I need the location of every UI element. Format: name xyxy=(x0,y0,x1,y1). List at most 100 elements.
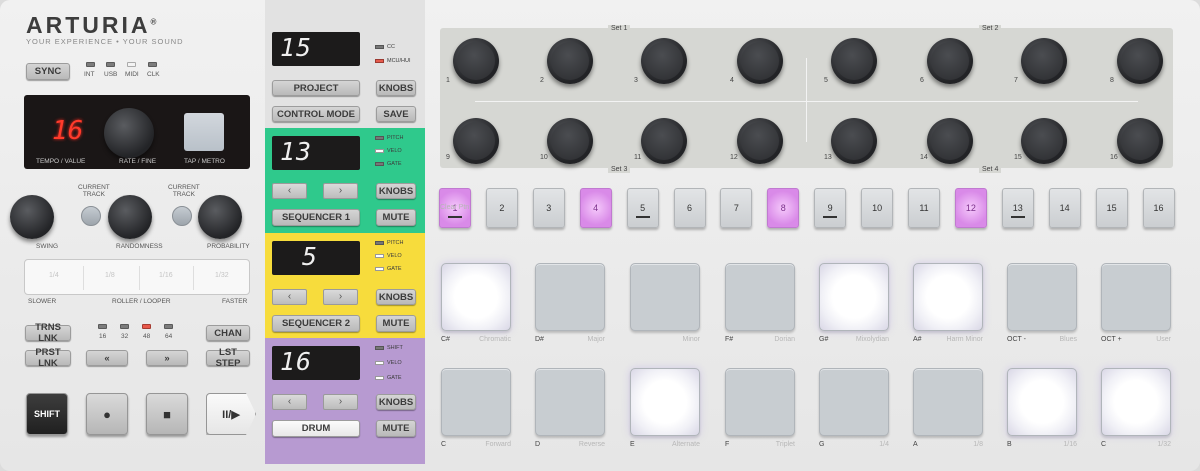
drum-pad[interactable] xyxy=(1101,263,1171,331)
encoder-knob-8[interactable] xyxy=(1117,38,1163,84)
drum-prev-button[interactable]: ‹ xyxy=(272,394,307,410)
prst-lnk-button[interactable]: PRST LNK xyxy=(25,347,71,369)
drum-pad[interactable] xyxy=(1007,263,1077,331)
pad-note-label: C xyxy=(1101,441,1107,448)
encoder-knob-5[interactable] xyxy=(831,38,877,84)
encoder-knob-11[interactable] xyxy=(641,118,687,164)
step-button-16[interactable]: 16 xyxy=(1142,188,1175,228)
pad-function-label: Mixolydian xyxy=(855,336,889,343)
step-button-4[interactable]: 4 xyxy=(579,188,612,228)
drum-pad[interactable] xyxy=(913,263,983,331)
step-button-2[interactable]: 2 xyxy=(485,188,518,228)
step-button-10[interactable]: 10 xyxy=(861,188,894,228)
project-button[interactable]: PROJECT xyxy=(272,80,360,96)
encoder-knob-16[interactable] xyxy=(1117,118,1163,164)
rate-fine-knob[interactable] xyxy=(104,108,154,158)
sync-button[interactable]: SYNC xyxy=(26,63,70,80)
step-button-7[interactable]: 7 xyxy=(720,188,753,228)
trns-lnk-button[interactable]: TRNS LNK xyxy=(25,322,71,344)
seq2-knobs-button[interactable]: KNOBS xyxy=(376,289,416,305)
randomness-knob[interactable] xyxy=(108,195,152,239)
control-mode-button[interactable]: CONTROL MODE xyxy=(272,106,360,122)
drum-pad[interactable] xyxy=(441,368,511,436)
encoder-number: 10 xyxy=(540,154,548,161)
drum-next-button[interactable]: › xyxy=(323,394,358,410)
step-button-6[interactable]: 6 xyxy=(673,188,706,228)
encoder-knob-14[interactable] xyxy=(927,118,973,164)
chan-button[interactable]: CHAN xyxy=(206,325,250,341)
encoder-knob-9[interactable] xyxy=(453,118,499,164)
prev-button[interactable]: « xyxy=(86,350,128,366)
encoder-knob-7[interactable] xyxy=(1021,38,1067,84)
drum-pad[interactable] xyxy=(441,263,511,331)
tempo-label: TEMPO / VALUE xyxy=(36,158,86,165)
set-3-label: Set 3 xyxy=(608,166,631,173)
seq2-gate-led: GATE xyxy=(375,266,402,272)
step-button-9[interactable]: 9 xyxy=(814,188,847,228)
step-button-3[interactable]: 3 xyxy=(532,188,565,228)
stop-button[interactable]: ■ xyxy=(146,393,188,435)
drum-pad[interactable] xyxy=(819,368,889,436)
seq2-prev-button[interactable]: ‹ xyxy=(272,289,307,305)
record-button[interactable]: ● xyxy=(86,393,128,435)
encoder-knob-3[interactable] xyxy=(641,38,687,84)
encoder-knob-4[interactable] xyxy=(737,38,783,84)
drum-pad[interactable] xyxy=(630,368,700,436)
encoder-knob-2[interactable] xyxy=(547,38,593,84)
swing-knob[interactable] xyxy=(10,195,54,239)
seq1-next-button[interactable]: › xyxy=(323,183,358,199)
project-knobs-button[interactable]: KNOBS xyxy=(376,80,416,96)
probability-label: PROBABILITY xyxy=(207,243,250,250)
encoder-knob-10[interactable] xyxy=(547,118,593,164)
drum-pad[interactable] xyxy=(630,263,700,331)
seq2-next-button[interactable]: › xyxy=(323,289,358,305)
drum-pad[interactable] xyxy=(535,263,605,331)
drum-pad[interactable] xyxy=(819,263,889,331)
play-pause-button[interactable]: II/▶ xyxy=(206,393,256,435)
seq1-mute-button[interactable]: MUTE xyxy=(376,209,416,226)
drum-pad[interactable] xyxy=(725,368,795,436)
drum-knobs-button[interactable]: KNOBS xyxy=(376,394,416,410)
current-track-button-2[interactable] xyxy=(172,206,192,226)
tap-label: TAP / METRO xyxy=(184,158,225,165)
pad-function-label: Minor xyxy=(682,336,700,343)
encoder-knob-13[interactable] xyxy=(831,118,877,164)
pad-note-label: C xyxy=(441,441,447,448)
length-led-label: 64 xyxy=(165,333,173,340)
seq1-knobs-button[interactable]: KNOBS xyxy=(376,183,416,199)
encoder-knob-15[interactable] xyxy=(1021,118,1067,164)
roller-looper-strip[interactable]: 1/4 1/8 1/16 1/32 xyxy=(24,259,250,295)
step-button-5[interactable]: 5 xyxy=(626,188,659,228)
drum-pad[interactable] xyxy=(535,368,605,436)
drum-pad[interactable] xyxy=(1101,368,1171,436)
step-button-11[interactable]: 11 xyxy=(908,188,940,228)
current-track-button-1[interactable] xyxy=(81,206,101,226)
drum-pad[interactable] xyxy=(1007,368,1077,436)
step-button-8[interactable]: 8 xyxy=(767,188,800,228)
drum-mute-button[interactable]: MUTE xyxy=(376,420,416,437)
sequencer-2-button[interactable]: SEQUENCER 2 xyxy=(272,315,360,332)
save-button[interactable]: SAVE xyxy=(376,106,416,122)
encoder-knob-1[interactable] xyxy=(453,38,499,84)
roller-value: 1/32 xyxy=(215,272,229,279)
encoder-knob-12[interactable] xyxy=(737,118,783,164)
probability-knob[interactable] xyxy=(198,195,242,239)
drum-section: 16 SHIFT VELO GATE ‹ › KNOBS DRUM MUTE xyxy=(265,338,425,464)
drum-pad[interactable] xyxy=(913,368,983,436)
seq1-prev-button[interactable]: ‹ xyxy=(272,183,307,199)
shift-button[interactable]: SHIFT xyxy=(26,393,68,435)
tap-metro-button[interactable] xyxy=(184,113,224,151)
encoder-knob-6[interactable] xyxy=(927,38,973,84)
step-button-15[interactable]: 15 xyxy=(1095,188,1128,228)
next-button[interactable]: » xyxy=(146,350,188,366)
drum-button[interactable]: DRUM xyxy=(272,420,360,437)
seq2-mute-button[interactable]: MUTE xyxy=(376,315,416,332)
sequencer-1-button[interactable]: SEQUENCER 1 xyxy=(272,209,360,226)
step-button-12[interactable]: 12 xyxy=(954,188,987,228)
step-button-13[interactable]: 13 xyxy=(1001,188,1034,228)
drum-pad[interactable] xyxy=(725,263,795,331)
length-led-label: 32 xyxy=(121,333,129,340)
step-button-14[interactable]: 14 xyxy=(1048,188,1081,228)
drum-gate-led: GATE xyxy=(375,375,402,381)
lst-step-button[interactable]: LST STEP xyxy=(206,347,250,369)
